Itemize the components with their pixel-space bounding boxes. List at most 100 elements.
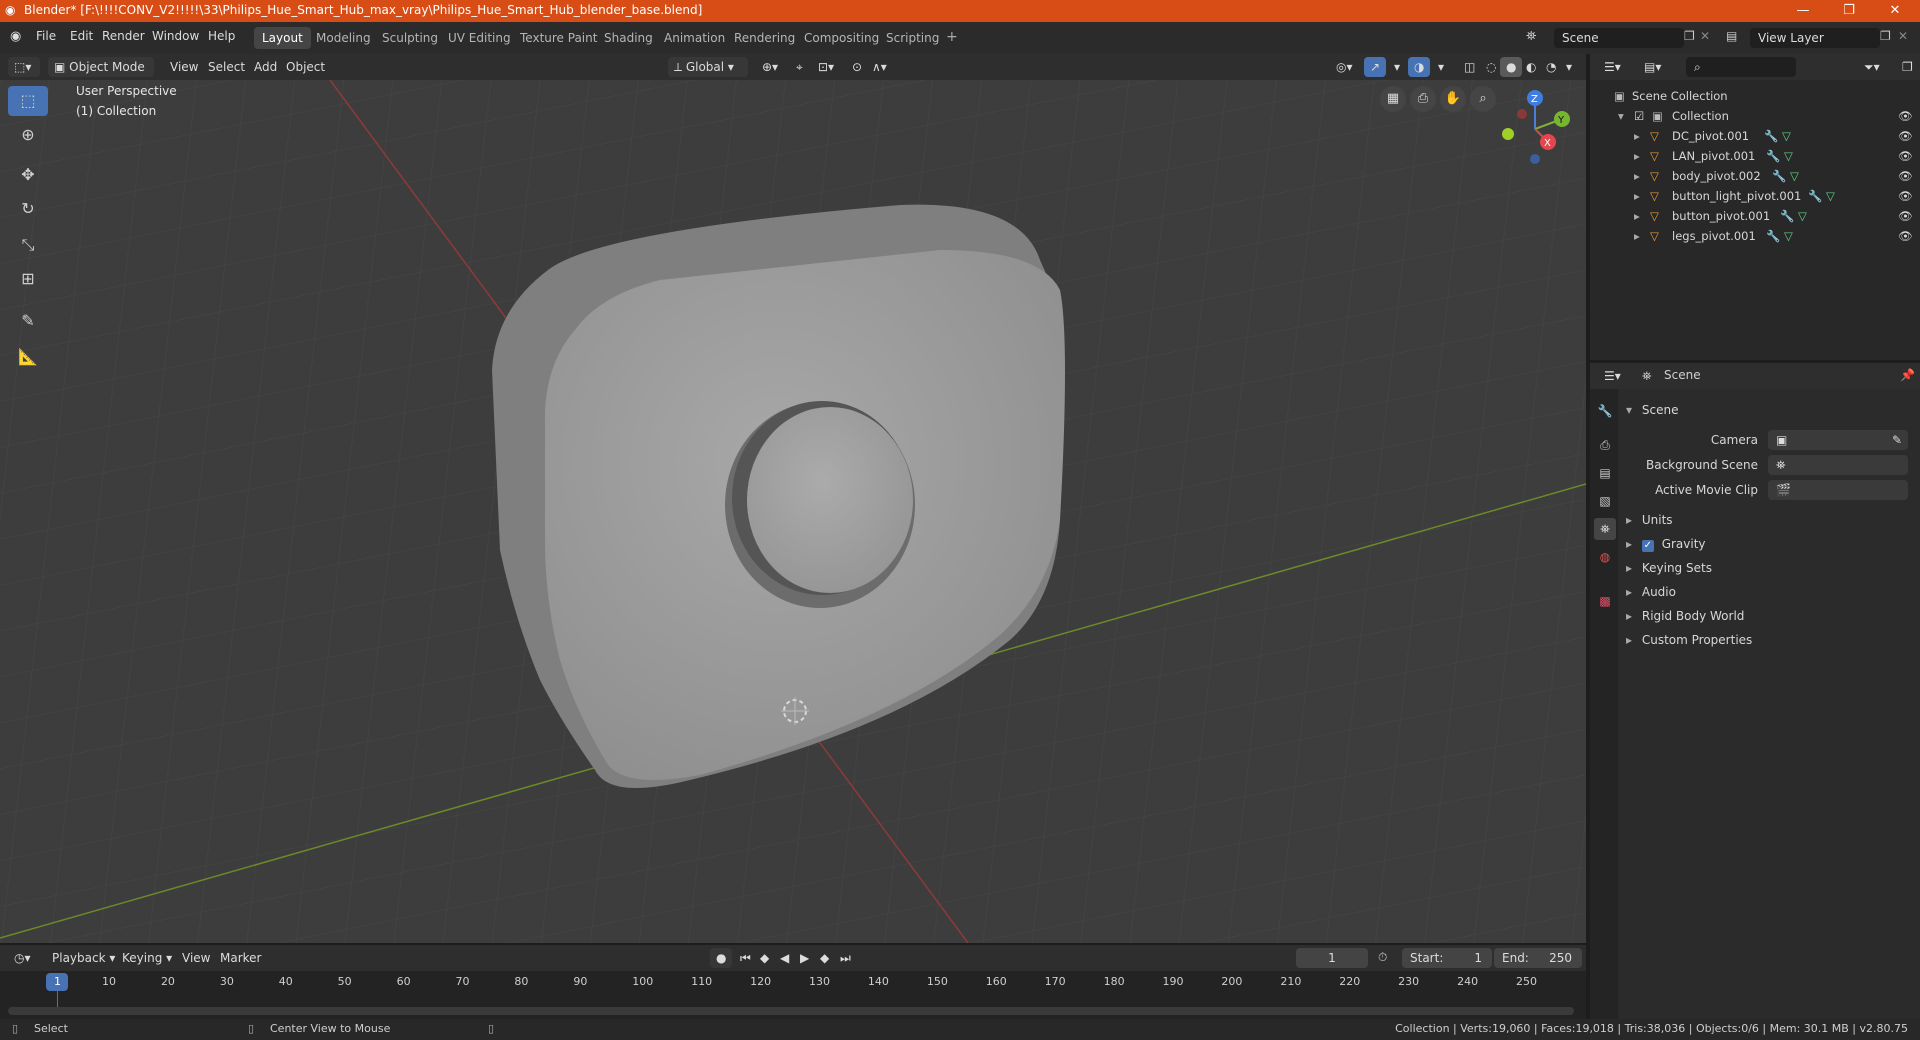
list-item[interactable]: ▸ ▽ legs_pivot.001 🔧 ▽ 👁 [1590, 226, 1920, 246]
new-collection-icon[interactable]: ❐ [1896, 57, 1919, 77]
tool-tab-icon[interactable]: 🔧 [1594, 400, 1616, 422]
gizmo-toggle-icon[interactable]: ↗ [1364, 57, 1387, 77]
tab-rendering[interactable]: Rendering [726, 27, 803, 49]
tab-shading[interactable]: Shading [596, 27, 661, 49]
tab-compositing[interactable]: Compositing [796, 27, 887, 49]
menu-help[interactable]: Help [208, 29, 235, 43]
outliner-search-input[interactable]: ⌕ [1686, 57, 1796, 77]
timeline-menu-view[interactable]: View [176, 948, 216, 968]
list-item[interactable]: ▸ ▽ body_pivot.002 🔧 ▽ 👁 [1590, 166, 1920, 186]
scene-panel-header[interactable]: ▾ Scene [1626, 399, 1678, 421]
overlay-dropdown-icon[interactable]: ▾ [1432, 57, 1450, 77]
start-frame-field[interactable]: Start: 1 [1402, 948, 1492, 968]
expand-arrow-icon[interactable]: ▸ [1626, 609, 1632, 623]
eye-icon[interactable]: 👁 [1898, 126, 1913, 146]
gravity-section[interactable]: ▸ ✓ Gravity [1626, 533, 1706, 555]
audio-section[interactable]: ▸ Audio [1626, 581, 1676, 603]
expand-arrow-icon[interactable]: ▸ [1634, 186, 1640, 206]
jump-end-icon[interactable]: ⏭ [834, 948, 857, 968]
grid-view-icon[interactable]: ▦ [1380, 86, 1406, 112]
display-mode-icon[interactable]: ▤▾ [1638, 57, 1667, 77]
eye-icon[interactable]: 👁 [1898, 186, 1913, 206]
viewport-menu-add[interactable]: Add [248, 57, 283, 77]
blender-menu-icon[interactable]: ◉ [10, 29, 21, 44]
scene-tab-icon[interactable]: ⛯ [1594, 518, 1616, 540]
list-item[interactable]: ▸ ▽ button_pivot.001 🔧 ▽ 👁 [1590, 206, 1920, 226]
scale-tool-icon[interactable]: ⤡ [8, 230, 48, 260]
add-workspace-icon[interactable]: + [946, 29, 958, 45]
shading-dropdown-icon[interactable]: ▾ [1560, 57, 1578, 77]
expand-arrow-icon[interactable]: ▸ [1626, 585, 1632, 599]
expand-arrow-icon[interactable]: ▸ [1634, 126, 1640, 146]
list-item[interactable]: ▸ ▽ button_light_pivot.001 🔧 ▽ 👁 [1590, 186, 1920, 206]
maximize-button[interactable]: ❐ [1826, 0, 1872, 22]
timeline-scrollbar[interactable] [8, 1007, 1574, 1015]
annotate-tool-icon[interactable]: ✎ [8, 306, 48, 336]
expand-arrow-icon[interactable]: ▸ [1626, 513, 1632, 527]
viewport-menu-view[interactable]: View [164, 57, 204, 77]
transform-tool-icon[interactable]: ⊞ [8, 264, 48, 294]
expand-arrow-icon[interactable]: ▸ [1634, 206, 1640, 226]
tab-animation[interactable]: Animation [656, 27, 733, 49]
pan-hand-icon[interactable]: ✋ [1440, 86, 1466, 112]
cursor-tool-icon[interactable]: ⊕ [8, 120, 48, 150]
units-section[interactable]: ▸ Units [1626, 509, 1673, 531]
collapse-arrow-icon[interactable]: ▾ [1618, 106, 1624, 126]
proportional-edit-icon[interactable]: ⊙ [846, 57, 868, 77]
object-mode-dropdown[interactable]: ▣ Object Mode ▾ [48, 57, 154, 94]
menu-render[interactable]: Render [102, 29, 145, 43]
render-tab-icon[interactable]: ⎙ [1594, 434, 1616, 456]
scene-browse-icon[interactable]: ⛯ [1526, 29, 1536, 44]
end-frame-field[interactable]: End: 250 [1494, 948, 1582, 968]
move-tool-icon[interactable]: ✥ [8, 160, 48, 190]
editor-type-icon[interactable]: ⬚▾ [8, 57, 40, 77]
expand-arrow-icon[interactable]: ▸ [1626, 633, 1632, 647]
snap-target-icon[interactable]: ⊡▾ [812, 57, 840, 77]
playback-menu[interactable]: Playback ▾ [46, 948, 121, 968]
record-icon[interactable]: ● [710, 948, 733, 968]
active-movie-clip-field[interactable]: 🎬 [1768, 480, 1908, 500]
3d-viewport[interactable]: User Perspective (1) Collection ▦ ⎙ ✋ ⌕ … [0, 80, 1586, 943]
custom-properties-section[interactable]: ▸ Custom Properties [1626, 629, 1752, 651]
gizmo-dropdown-icon[interactable]: ▾ [1388, 57, 1406, 77]
expand-arrow-icon[interactable]: ▸ [1634, 226, 1640, 246]
timeline-editor-type-icon[interactable]: ◷▾ [8, 948, 37, 968]
camera-view-icon[interactable]: ⎙ [1410, 86, 1436, 112]
properties-editor-type-icon[interactable]: ☰▾ [1598, 366, 1627, 386]
collapse-arrow-icon[interactable]: ▾ [1626, 403, 1632, 417]
measure-tool-icon[interactable]: 📐 [8, 342, 48, 372]
keying-sets-section[interactable]: ▸ Keying Sets [1626, 557, 1712, 579]
texture-tab-icon[interactable]: ▩ [1594, 590, 1616, 612]
filter-icon[interactable]: ⏷▾ [1858, 57, 1886, 77]
scene-collection-row[interactable]: ▣ Scene Collection [1590, 86, 1920, 106]
close-button[interactable]: ✕ [1872, 0, 1918, 22]
eye-icon[interactable]: 👁 [1898, 166, 1913, 186]
tab-texture-paint[interactable]: Texture Paint [512, 27, 605, 49]
prev-keyframe-icon[interactable]: ◆ [754, 948, 775, 968]
snap-icon[interactable]: ⌖ [790, 57, 809, 77]
pivot-point-icon[interactable]: ⊕▾ [756, 57, 784, 77]
viewport-menu-select[interactable]: Select [202, 57, 251, 77]
falloff-icon[interactable]: ∧▾ [866, 57, 893, 77]
tab-scripting[interactable]: Scripting [878, 27, 947, 49]
xray-icon[interactable]: ◫ [1458, 57, 1481, 77]
next-keyframe-icon[interactable]: ◆ [814, 948, 835, 968]
camera-field[interactable]: ▣ ✎ [1768, 430, 1908, 450]
tab-uv-editing[interactable]: UV Editing [440, 27, 519, 49]
checkbox-icon[interactable]: ☑ [1634, 106, 1644, 126]
eye-icon[interactable]: 👁 [1898, 146, 1913, 166]
select-box-tool-icon[interactable]: ⬚ [8, 86, 48, 116]
expand-arrow-icon[interactable]: ▸ [1626, 537, 1632, 551]
expand-arrow-icon[interactable]: ▸ [1634, 146, 1640, 166]
view-layer-browse-icon[interactable]: ▤ [1726, 29, 1737, 43]
expand-arrow-icon[interactable]: ▸ [1634, 166, 1640, 186]
background-scene-field[interactable]: ⛯ [1768, 455, 1908, 475]
overlay-toggle-icon[interactable]: ◑ [1408, 57, 1431, 77]
clock-icon[interactable]: ⏱ [1378, 950, 1387, 965]
tab-layout[interactable]: Layout [254, 27, 311, 49]
new-view-layer-icon[interactable]: ❐ [1880, 29, 1891, 43]
view-layer-field[interactable]: View Layer [1750, 28, 1880, 48]
scene-field[interactable]: Scene [1554, 28, 1684, 48]
rotate-tool-icon[interactable]: ↻ [8, 194, 48, 224]
minimize-button[interactable]: — [1780, 0, 1826, 22]
